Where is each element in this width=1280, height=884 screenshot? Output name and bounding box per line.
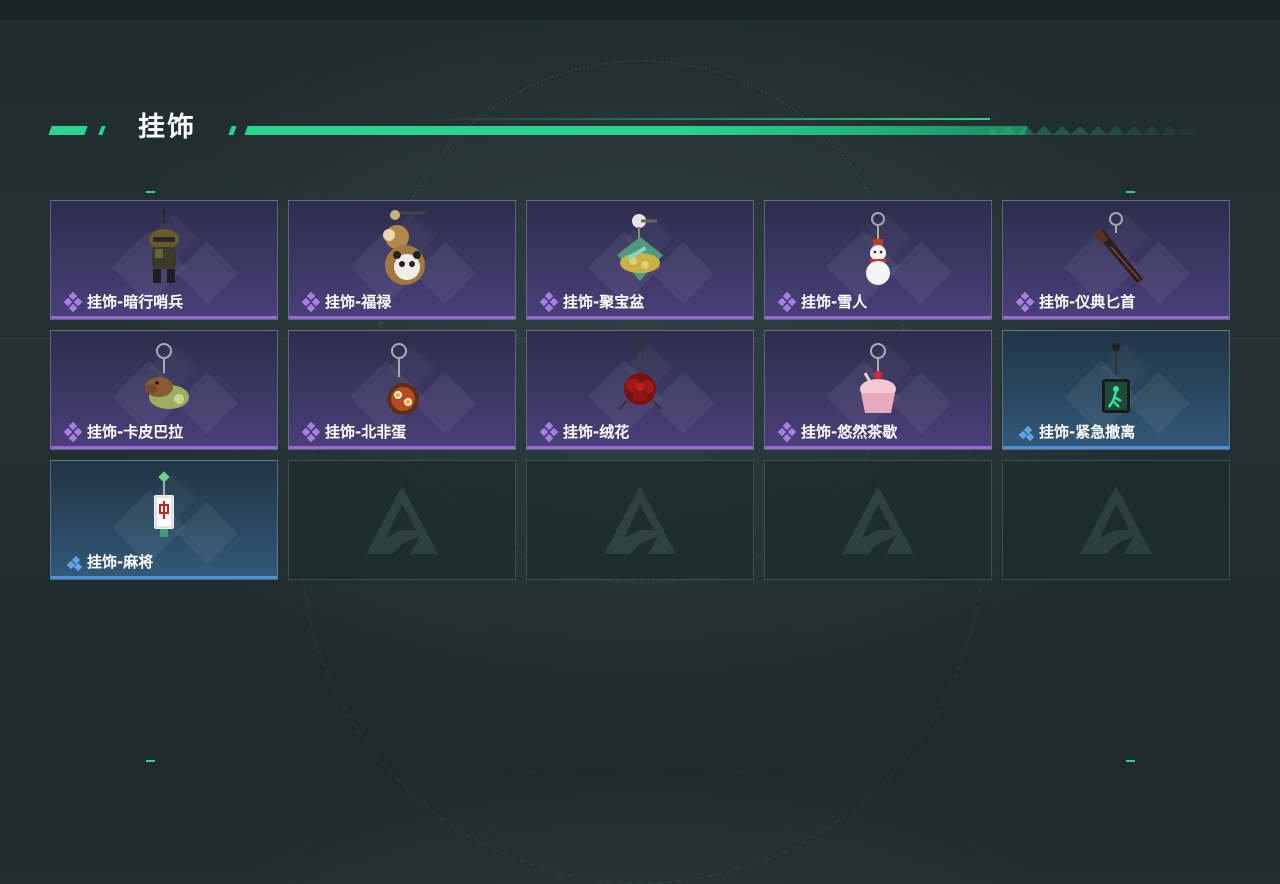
- rarity-diamond-icon: [1015, 292, 1035, 312]
- charm-grid: 挂饰-暗行哨兵 挂饰-福禄 挂饰-聚宝盆 挂饰-雪人 挂饰-仪典匕首 挂饰-卡皮…: [50, 200, 1230, 580]
- charm-name: 挂饰-绒花: [563, 423, 630, 441]
- corner-tick: [1126, 760, 1135, 762]
- dagger-charm-icon: [1093, 212, 1143, 283]
- empty-slot: [1002, 460, 1230, 580]
- velvet-flower-charm-icon: [618, 343, 662, 410]
- charm-name: 挂饰-福禄: [325, 293, 392, 311]
- charm-name: 挂饰-聚宝盆: [563, 293, 645, 311]
- charm-name: 挂饰-悠然茶歇: [801, 423, 898, 441]
- treasure-bowl-charm-icon: [617, 214, 663, 281]
- charm-label: 挂饰-仪典匕首: [1015, 292, 1135, 312]
- page-title: 挂饰: [138, 112, 196, 143]
- header-accent-bar: [228, 126, 237, 135]
- rarity-diamond-icon: [539, 422, 559, 442]
- placeholder-logo-icon: [604, 486, 676, 554]
- header-accent-bar: [48, 126, 88, 135]
- placeholder-logo-icon: [366, 486, 438, 554]
- charm-card[interactable]: 挂饰-仪典匕首: [1002, 200, 1230, 320]
- empty-slot: [526, 460, 754, 580]
- charm-label: 挂饰-福禄: [301, 292, 391, 312]
- charm-label: 挂饰-麻将: [63, 552, 153, 572]
- rarity-diamond-icon: [777, 422, 797, 442]
- charm-name: 挂饰-暗行哨兵: [87, 293, 184, 311]
- rarity-diamond-icon: [63, 292, 83, 312]
- charm-card[interactable]: 挂饰-绒花: [526, 330, 754, 450]
- rarity-diamond-icon: [63, 422, 83, 442]
- snowman-charm-icon: [866, 212, 890, 285]
- soldier-charm-icon: [149, 209, 179, 283]
- charm-name: 挂饰-仪典匕首: [1039, 293, 1136, 311]
- shakshuka-charm-icon: [387, 343, 419, 415]
- top-bar: [0, 0, 1280, 20]
- header-accent-bar: [244, 126, 1028, 135]
- placeholder-logo-icon: [842, 486, 914, 554]
- charm-label: 挂饰-雪人: [777, 292, 867, 312]
- rarity-diamond-icon: [1018, 425, 1035, 442]
- empty-slot: [288, 460, 516, 580]
- charm-label: 挂饰-悠然茶歇: [777, 422, 897, 442]
- charm-card[interactable]: 挂饰-悠然茶歇: [764, 330, 992, 450]
- charm-card[interactable]: 挂饰-紧急撤离: [1002, 330, 1230, 450]
- exit-sign-charm-icon: [1102, 343, 1130, 413]
- charm-label: 挂饰-北非蛋: [301, 422, 406, 442]
- charm-label: 挂饰-绒花: [539, 422, 629, 442]
- header-checker-pattern: [990, 117, 1200, 135]
- header-accent-bar: [98, 126, 106, 135]
- gourd-panda-charm-icon: [383, 210, 425, 285]
- charm-card[interactable]: 挂饰-暗行哨兵: [50, 200, 278, 320]
- corner-tick: [1126, 191, 1135, 193]
- rarity-diamond-icon: [66, 555, 83, 572]
- header-thin-line: [420, 118, 990, 120]
- rarity-diamond-icon: [539, 292, 559, 312]
- corner-tick: [146, 191, 155, 193]
- charm-card[interactable]: 挂饰-麻将: [50, 460, 278, 580]
- charm-label: 挂饰-紧急撤离: [1015, 422, 1135, 442]
- charm-card[interactable]: 挂饰-聚宝盆: [526, 200, 754, 320]
- charm-name: 挂饰-北非蛋: [325, 423, 407, 441]
- capybara-charm-icon: [145, 343, 189, 409]
- charm-name: 挂饰-麻将: [87, 553, 154, 571]
- rarity-diamond-icon: [301, 422, 321, 442]
- charm-card[interactable]: 挂饰-北非蛋: [288, 330, 516, 450]
- charm-label: 挂饰-聚宝盆: [539, 292, 644, 312]
- charm-card[interactable]: 挂饰-福禄: [288, 200, 516, 320]
- corner-tick: [146, 760, 155, 762]
- charm-name: 挂饰-雪人: [801, 293, 868, 311]
- charm-name: 挂饰-紧急撤离: [1039, 423, 1136, 441]
- empty-slot: [764, 460, 992, 580]
- charm-card[interactable]: 挂饰-卡皮巴拉: [50, 330, 278, 450]
- charm-label: 挂饰-卡皮巴拉: [63, 422, 183, 442]
- rarity-diamond-icon: [301, 292, 321, 312]
- mahjong-charm-icon: [154, 471, 174, 537]
- placeholder-logo-icon: [1080, 486, 1152, 554]
- cupcake-charm-icon: [860, 343, 896, 413]
- charm-card[interactable]: 挂饰-雪人: [764, 200, 992, 320]
- rarity-diamond-icon: [777, 292, 797, 312]
- charm-name: 挂饰-卡皮巴拉: [87, 423, 184, 441]
- charm-label: 挂饰-暗行哨兵: [63, 292, 183, 312]
